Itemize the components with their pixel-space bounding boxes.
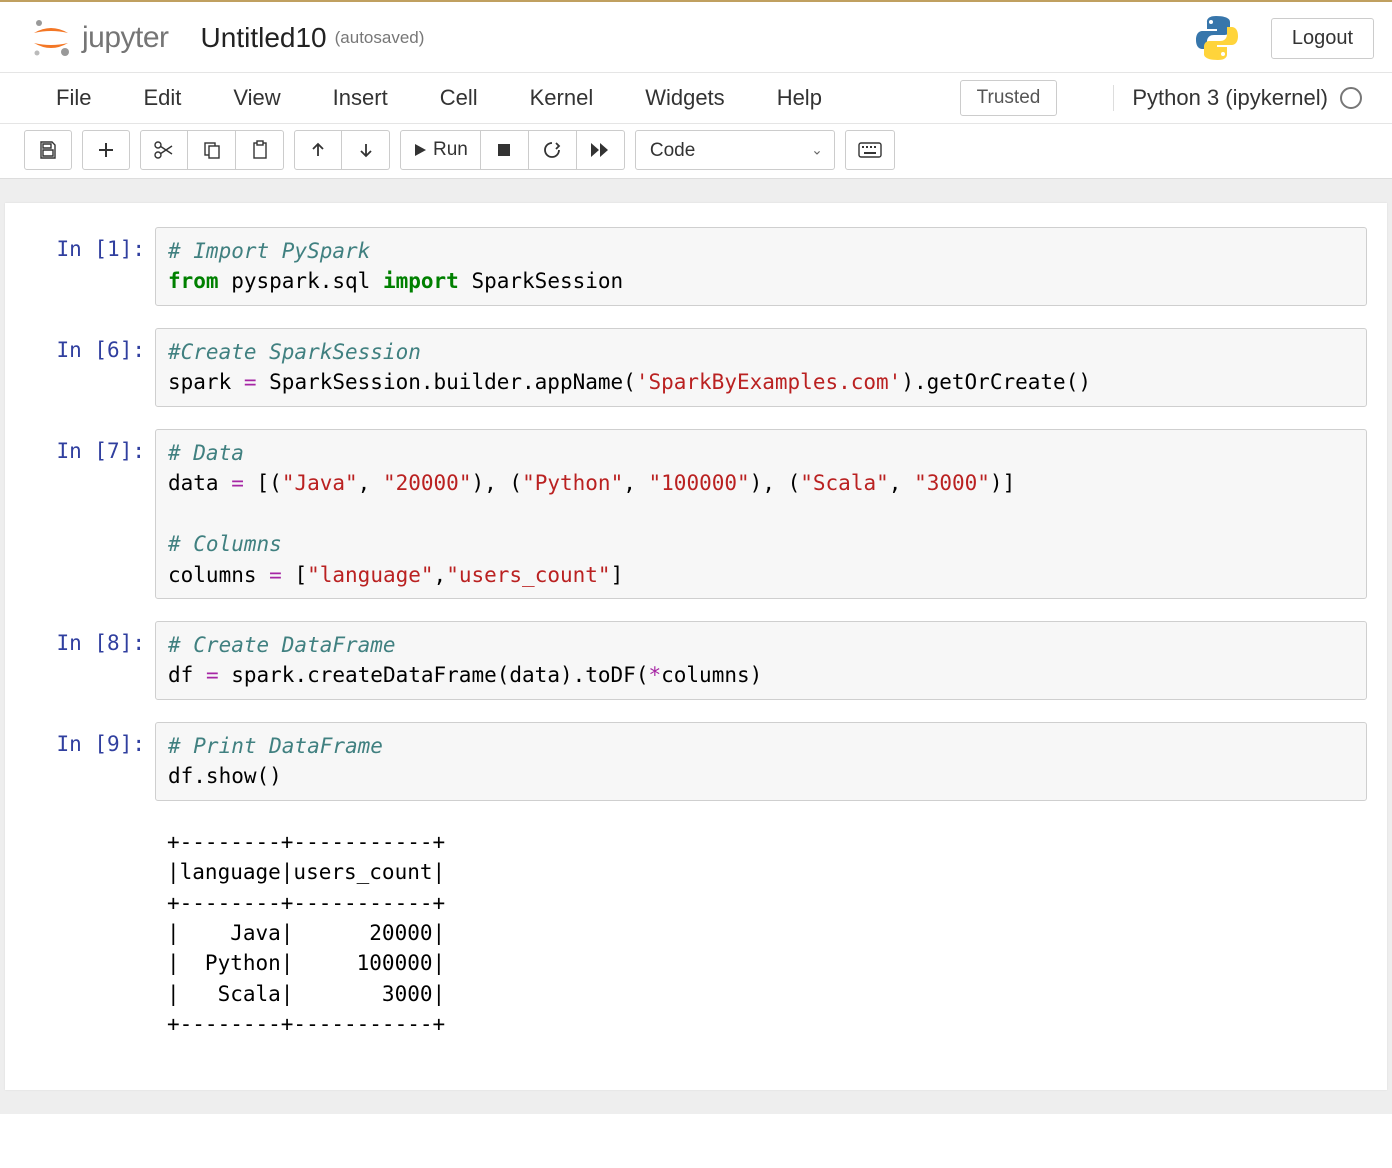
menu-edit[interactable]: Edit [117, 77, 207, 119]
menu-cell[interactable]: Cell [414, 77, 504, 119]
menu-help[interactable]: Help [751, 77, 848, 119]
save-button[interactable] [24, 130, 72, 170]
input-prompt: In [8]: [25, 621, 155, 700]
save-status: (autosaved) [335, 28, 425, 48]
code-cell[interactable]: In [1]:# Import PySpark from pyspark.sql… [25, 227, 1367, 306]
save-icon [38, 140, 58, 160]
restart-icon [542, 140, 562, 160]
copy-icon [202, 140, 222, 160]
code-cell[interactable]: In [6]:#Create SparkSession spark = Spar… [25, 328, 1367, 407]
kernel-indicator[interactable]: Python 3 (ipykernel) [1113, 85, 1362, 111]
arrow-down-icon [357, 141, 375, 159]
move-down-button[interactable] [342, 130, 390, 170]
run-label: Run [433, 139, 468, 161]
arrow-up-icon [309, 141, 327, 159]
output-row: +--------+-----------+ |language|users_c… [25, 823, 1367, 1044]
cell-type-select[interactable]: Code [635, 130, 835, 170]
notebook: In [1]:# Import PySpark from pyspark.sql… [5, 203, 1387, 1090]
paste-button[interactable] [236, 130, 284, 170]
menu-kernel[interactable]: Kernel [504, 77, 620, 119]
jupyter-logo[interactable]: jupyter [28, 15, 169, 61]
stop-icon [496, 142, 512, 158]
logout-button[interactable]: Logout [1271, 18, 1374, 59]
plus-icon [96, 140, 116, 160]
kernel-status-icon [1340, 87, 1362, 109]
menu-widgets[interactable]: Widgets [619, 77, 750, 119]
code-input[interactable]: # Import PySpark from pyspark.sql import… [155, 227, 1367, 306]
copy-button[interactable] [188, 130, 236, 170]
cut-icon [153, 140, 175, 160]
move-up-button[interactable] [294, 130, 342, 170]
code-input[interactable]: # Print DataFrame df.show() [155, 722, 1367, 801]
input-prompt: In [6]: [25, 328, 155, 407]
jupyter-icon [28, 15, 74, 61]
cut-button[interactable] [140, 130, 188, 170]
output-prompt [25, 823, 155, 1044]
code-input[interactable]: # Data data = [("Java", "20000"), ("Pyth… [155, 429, 1367, 599]
command-palette-button[interactable] [845, 130, 895, 170]
menu-bar: FileEditViewInsertCellKernelWidgetsHelp … [0, 73, 1392, 124]
code-cell[interactable]: In [9]:# Print DataFrame df.show() [25, 722, 1367, 801]
run-button[interactable]: Run [400, 130, 481, 170]
input-prompt: In [1]: [25, 227, 155, 306]
cell-output: +--------+-----------+ |language|users_c… [155, 823, 1367, 1044]
input-prompt: In [7]: [25, 429, 155, 599]
code-cell[interactable]: In [7]:# Data data = [("Java", "20000"),… [25, 429, 1367, 599]
code-input[interactable]: # Create DataFrame df = spark.createData… [155, 621, 1367, 700]
play-icon [413, 143, 427, 157]
insert-cell-button[interactable] [82, 130, 130, 170]
interrupt-button[interactable] [481, 130, 529, 170]
paste-icon [250, 140, 270, 160]
restart-run-all-button[interactable] [577, 130, 625, 170]
trusted-indicator[interactable]: Trusted [960, 80, 1058, 116]
code-input[interactable]: #Create SparkSession spark = SparkSessio… [155, 328, 1367, 407]
menu-view[interactable]: View [207, 77, 306, 119]
jupyter-logo-text: jupyter [82, 21, 169, 55]
restart-button[interactable] [529, 130, 577, 170]
menu-file[interactable]: File [30, 77, 117, 119]
kernel-name-label: Python 3 (ipykernel) [1132, 85, 1328, 111]
python-logo-icon [1191, 12, 1243, 64]
keyboard-icon [858, 142, 882, 158]
toolbar: Run Code ⌄ [0, 124, 1392, 179]
fast-forward-icon [590, 142, 610, 158]
code-cell[interactable]: In [8]:# Create DataFrame df = spark.cre… [25, 621, 1367, 700]
header-bar: jupyter Untitled10 (autosaved) Logout [0, 0, 1392, 73]
notebook-title[interactable]: Untitled10 [201, 22, 327, 54]
notebook-container: In [1]:# Import PySpark from pyspark.sql… [0, 179, 1392, 1114]
menu-insert[interactable]: Insert [307, 77, 414, 119]
input-prompt: In [9]: [25, 722, 155, 801]
